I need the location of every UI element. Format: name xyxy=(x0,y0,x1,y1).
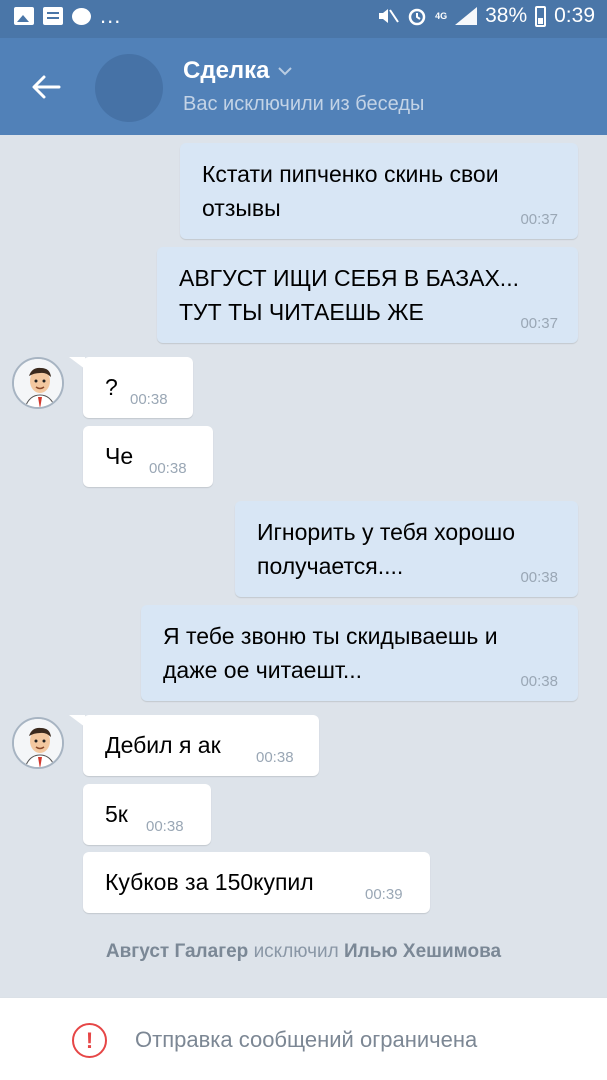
message-time: 00:38 xyxy=(130,391,168,408)
conversation-subtitle: Вас исключили из беседы xyxy=(183,93,425,115)
message-bubble-incoming[interactable]: 5к 00:38 xyxy=(83,784,211,845)
message-time: 00:38 xyxy=(146,818,184,835)
arrow-left-icon xyxy=(32,75,61,99)
message-text: Кубков за 150купил xyxy=(105,869,314,895)
message-text: Дебил я ак xyxy=(105,732,221,758)
bubble-tail xyxy=(69,715,85,727)
message-time: 00:39 xyxy=(365,886,403,903)
sender-avatar[interactable] xyxy=(12,717,64,769)
message-bubble-incoming[interactable]: ? 00:38 xyxy=(83,357,193,418)
message-text: Че xyxy=(105,443,134,469)
message-text: 5к xyxy=(105,801,128,827)
sender-avatar[interactable] xyxy=(12,357,64,409)
message-bubble-outgoing[interactable]: Игнорить у тебя хорошо получается.... 00… xyxy=(235,501,578,597)
conversation-avatar[interactable] xyxy=(95,54,163,122)
message-notification-icon xyxy=(43,7,63,25)
message-bubble-incoming[interactable]: Дебил я ак 00:38 xyxy=(83,715,319,776)
service-actor[interactable]: Август Галагер xyxy=(106,941,248,962)
message-bubble-outgoing[interactable]: Кстати пипченко скинь свои отзывы 00:37 xyxy=(180,143,578,239)
clock: 0:39 xyxy=(554,4,595,27)
message-time: 00:38 xyxy=(520,569,558,586)
image-notification-icon xyxy=(14,7,34,25)
mute-icon xyxy=(379,9,399,23)
cartoon-man-avatar-icon xyxy=(14,719,62,767)
message-text: Игнорить у тебя хорошо получается.... xyxy=(257,519,516,579)
message-time: 00:38 xyxy=(520,673,558,690)
message-time: 00:38 xyxy=(256,749,294,766)
battery-icon xyxy=(535,5,547,27)
message-bubble-incoming[interactable]: Кубков за 150купил 00:39 xyxy=(83,852,430,913)
message-text: Я тебе звоню ты скидываешь и даже ое чит… xyxy=(163,623,498,683)
battery-percent: 38% xyxy=(485,4,528,27)
service-target[interactable]: Илью Хешимова xyxy=(344,941,501,962)
restriction-notice: Отправка сообщений ограничена xyxy=(135,1027,478,1052)
message-time: 00:37 xyxy=(520,211,558,228)
status-bar: ... 4G 38% 0:39 xyxy=(0,0,607,38)
message-bubble-outgoing[interactable]: АВГУСТ ИЩИ СЕБЯ В БАЗАХ... ТУТ ТЫ ЧИТАЕШ… xyxy=(157,247,578,343)
notification-icons: ... xyxy=(14,3,122,28)
alarm-icon xyxy=(408,8,426,26)
message-text: АВГУСТ ИЩИ СЕБЯ В БАЗАХ... ТУТ ТЫ ЧИТАЕШ… xyxy=(179,265,519,325)
composer-restricted-bar: ! Отправка сообщений ограничена xyxy=(0,997,607,1080)
more-notifications-indicator: ... xyxy=(100,3,122,28)
message-bubble-outgoing[interactable]: Я тебе звоню ты скидываешь и даже ое чит… xyxy=(141,605,578,701)
service-action: исключил xyxy=(253,941,339,962)
message-text: Кстати пипченко скинь свои отзывы xyxy=(202,161,499,221)
conversation-header: Сделка Вас исключили из беседы xyxy=(0,38,607,135)
cartoon-man-avatar-icon xyxy=(14,359,62,407)
signal-icon xyxy=(455,7,478,25)
exclamation-icon: ! xyxy=(72,1023,107,1058)
message-time: 00:38 xyxy=(149,460,187,477)
service-message: Август Галагер исключил Илью Хешимова xyxy=(0,941,607,963)
chevron-down-icon xyxy=(277,66,292,75)
chat-notification-icon xyxy=(72,7,91,25)
message-list[interactable]: Кстати пипченко скинь свои отзывы 00:37 … xyxy=(0,135,607,997)
conversation-title-text: Сделка xyxy=(183,57,270,84)
message-bubble-incoming[interactable]: Че 00:38 xyxy=(83,426,213,487)
network-type-label: 4G xyxy=(435,10,448,21)
system-icons: 4G 38% 0:39 xyxy=(377,4,595,28)
conversation-title[interactable]: Сделка xyxy=(183,57,292,85)
message-time: 00:37 xyxy=(520,315,558,332)
message-text: ? xyxy=(105,374,118,400)
bubble-tail xyxy=(69,357,85,369)
back-button[interactable] xyxy=(22,63,70,111)
